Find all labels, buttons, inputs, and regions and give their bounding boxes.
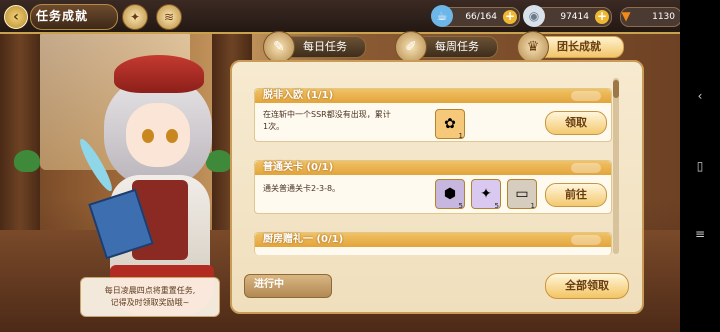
- card-title: 厨房赠礼一 (0/1): [263, 234, 344, 245]
- achievement-card: 普通关卡 (0/1) 通关普通关卡2-3-8。 ⬢ 5 ✦ 5 ▭ 1 前往: [254, 160, 612, 214]
- character-face: [126, 103, 190, 167]
- header-decoration: [571, 163, 601, 173]
- reward-count: 5: [494, 202, 499, 210]
- gem-value: 97414: [560, 12, 589, 22]
- gem-add-button[interactable]: +: [595, 10, 609, 24]
- home-nav-icon[interactable]: ▯: [692, 158, 708, 174]
- claim-all-button[interactable]: 全部领取: [545, 273, 629, 299]
- reward-count: 5: [458, 202, 463, 210]
- stamina-value: 66/164: [465, 12, 497, 22]
- achievement-card: 脱非入欧 (1/1) 在连斩中一个SSR都没有出现，累计 1次。 ✿ 1 领取: [254, 88, 612, 142]
- tab-weekly[interactable]: ✐ 每周任务: [395, 31, 498, 63]
- ore-icon[interactable]: ⬢ 5: [435, 179, 465, 210]
- card-title: 脱非入欧 (1/1): [263, 90, 334, 101]
- character-eye: [142, 129, 154, 143]
- reward-count: 1: [458, 132, 463, 140]
- achievement-card: 厨房赠礼一 (0/1): [254, 232, 612, 255]
- gem-counter: ◉ 97414 +: [523, 5, 612, 27]
- page-title: 任务成就: [36, 9, 89, 23]
- tab-daily-label: 每日任务: [303, 40, 347, 53]
- claim-button[interactable]: 领取: [545, 111, 607, 135]
- carrot-counter: ▼ 1130: [620, 7, 682, 27]
- trophy-icon: ♛: [517, 31, 549, 63]
- header-decoration: [571, 235, 601, 245]
- crystal-icon[interactable]: ✦ 5: [471, 179, 501, 210]
- reward-count: 1: [530, 202, 535, 210]
- card-description: 1次。: [263, 122, 285, 131]
- character-hat: [114, 55, 204, 93]
- stamina-icon: ☕: [431, 5, 453, 27]
- system-nav-bar: ‹ ▯ ≡: [680, 0, 720, 332]
- character-eye: [166, 129, 178, 143]
- status-label: 进行中: [254, 279, 284, 290]
- card-description: 通关普通关卡2-3-8。: [263, 184, 341, 193]
- reward-gift-icon[interactable]: ✿ 1: [435, 109, 465, 140]
- carrot-value: 1130: [652, 12, 675, 22]
- sushi-icon[interactable]: ≋: [156, 4, 182, 30]
- tab-daily[interactable]: ✎ 每日任务: [263, 31, 366, 63]
- header-decoration: [571, 91, 601, 101]
- back-button[interactable]: ‹: [4, 5, 28, 29]
- go-button[interactable]: 前往: [545, 183, 607, 207]
- tab-weekly-label: 每周任务: [435, 40, 479, 53]
- table-icon[interactable]: ▭ 1: [507, 179, 537, 210]
- tab-achievements-label: 团长成就: [557, 40, 601, 53]
- top-bar: ‹ 任务成就 ✦ ≋ ☕ 66/164 + ◉ 97414 + ▼ 1130: [0, 0, 720, 34]
- menu-nav-icon[interactable]: ≡: [692, 226, 708, 242]
- hint-line: 记得及时领取奖励哦~: [110, 298, 190, 307]
- stamina-counter: ☕ 66/164 +: [431, 5, 520, 27]
- card-title: 普通关卡 (0/1): [263, 162, 334, 173]
- scrollbar-track[interactable]: [613, 78, 619, 254]
- hint-line: 每日凌晨四点将重置任务,: [104, 286, 196, 295]
- feather-book-icon: ✎: [263, 31, 295, 63]
- card-description: 在连斩中一个SSR都没有出现，累计: [263, 110, 391, 119]
- menu-orb-icon[interactable]: ✦: [122, 4, 148, 30]
- carrot-icon: ▼: [621, 9, 631, 23]
- reset-hint: 每日凌晨四点将重置任务, 记得及时领取奖励哦~: [80, 277, 220, 317]
- scroll-icon: ✐: [395, 31, 427, 63]
- gem-icon: ◉: [523, 5, 545, 27]
- card-header: 脱非入欧 (1/1): [255, 89, 611, 103]
- card-header: 厨房赠礼一 (0/1): [255, 233, 611, 247]
- back-nav-icon[interactable]: ‹: [692, 88, 708, 104]
- card-header: 普通关卡 (0/1): [255, 161, 611, 175]
- stamina-add-button[interactable]: +: [503, 10, 517, 24]
- scrollbar-thumb[interactable]: [613, 80, 619, 98]
- tab-achievements[interactable]: ♛ 团长成就: [517, 31, 624, 63]
- plant: [14, 150, 40, 172]
